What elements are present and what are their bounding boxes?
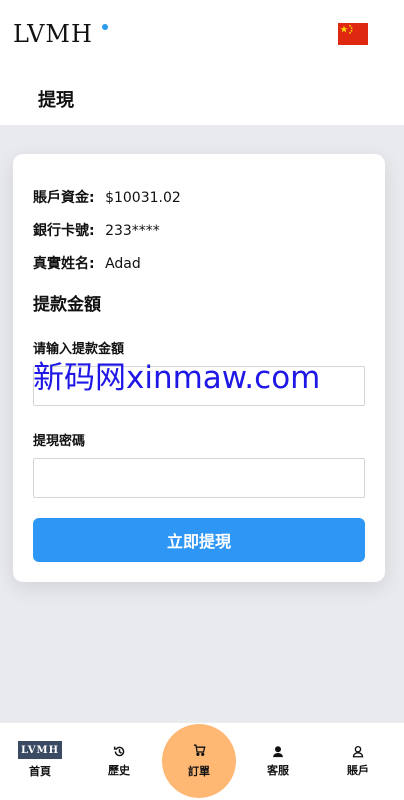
card-number-row: 銀行卡號: 233**** [33,220,160,240]
password-label: 提現密碼 [33,434,86,449]
balance-label: 賬戶資金: [33,190,95,206]
history-icon [113,744,126,758]
china-flag-icon[interactable] [338,23,368,45]
nav-account-label: 賬戶 [347,764,369,777]
cart-icon [193,744,206,759]
withdraw-amount-title: 提款金額 [33,295,101,315]
nav-orders[interactable]: 訂單 [162,724,236,798]
password-input[interactable] [33,458,365,498]
top-bar: LVMH 提現 [0,0,404,125]
nav-home[interactable]: LVMH 首頁 [0,723,80,800]
real-name-row: 真實姓名: Adad [33,253,141,273]
nav-account[interactable]: 賬戶 [318,723,398,800]
nav-service[interactable]: 客服 [238,723,318,800]
card-number-label: 銀行卡號: [33,223,95,239]
watermark-text: 新码网xinmaw.com [33,360,321,396]
balance-value: $10031.02 [105,190,181,206]
nav-history-label: 歷史 [108,764,130,777]
user-icon [352,744,364,758]
real-name-label: 真實姓名: [33,256,95,272]
customer-service-icon [272,744,284,758]
card-number-value: 233**** [105,223,160,239]
nav-service-label: 客服 [267,764,289,777]
nav-home-label: 首頁 [29,765,51,778]
brand-logo[interactable]: LVMH [13,20,93,48]
home-thumbnail: LVMH [18,741,62,759]
brand-dot [102,24,108,30]
balance-row: 賬戶資金: $10031.02 [33,187,181,207]
real-name-value: Adad [105,256,141,272]
nav-history[interactable]: 歷史 [79,723,159,800]
withdraw-submit-button[interactable]: 立即提現 [33,518,365,562]
nav-orders-label: 訂單 [188,764,210,778]
page-title: 提現 [38,90,74,111]
